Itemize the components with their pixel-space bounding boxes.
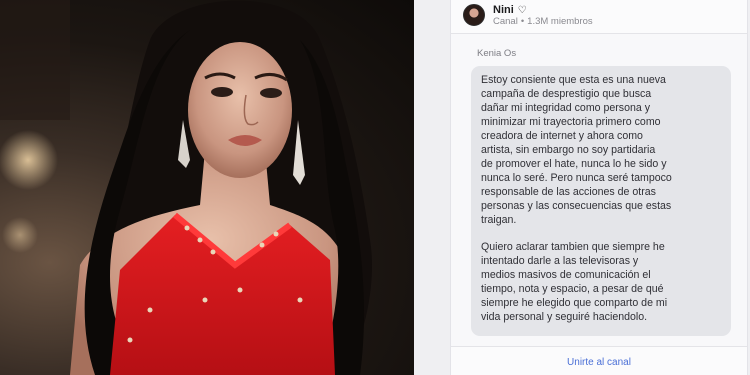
join-channel-button[interactable]: Unirte al canal [451,357,747,368]
channel-panel: Nini ♡ Canal • 1.3M miembros Kenia Os Esto… [414,0,750,375]
channel-avatar[interactable] [463,4,485,26]
channel-name[interactable]: Nini ♡ [493,4,527,16]
message-bubble: Estoy consiente que esta es una nueva ca… [471,66,731,336]
meta-separator: • [520,16,525,27]
channel-name-text: Nini [493,4,514,16]
channel-meta: Canal • 1.3M miembros [493,16,593,27]
woman-portrait-illustration [0,0,372,375]
channel-type: Canal [493,16,518,27]
member-count: 1.3M miembros [527,16,593,27]
channel-footer: Unirte al canal [451,346,747,375]
channel-card: Nini ♡ Canal • 1.3M miembros Kenia Os Esto… [450,0,748,375]
heart-icon: ♡ [517,4,527,16]
profile-photo [0,0,414,375]
message-paragraph: Estoy consiente que esta es una nueva ca… [481,74,672,226]
channel-header[interactable]: Nini ♡ Canal • 1.3M miembros [451,0,747,34]
message-paragraph: Quiero aclarar tambien que siempre he in… [481,241,668,323]
message-sender: Kenia Os [477,48,517,59]
